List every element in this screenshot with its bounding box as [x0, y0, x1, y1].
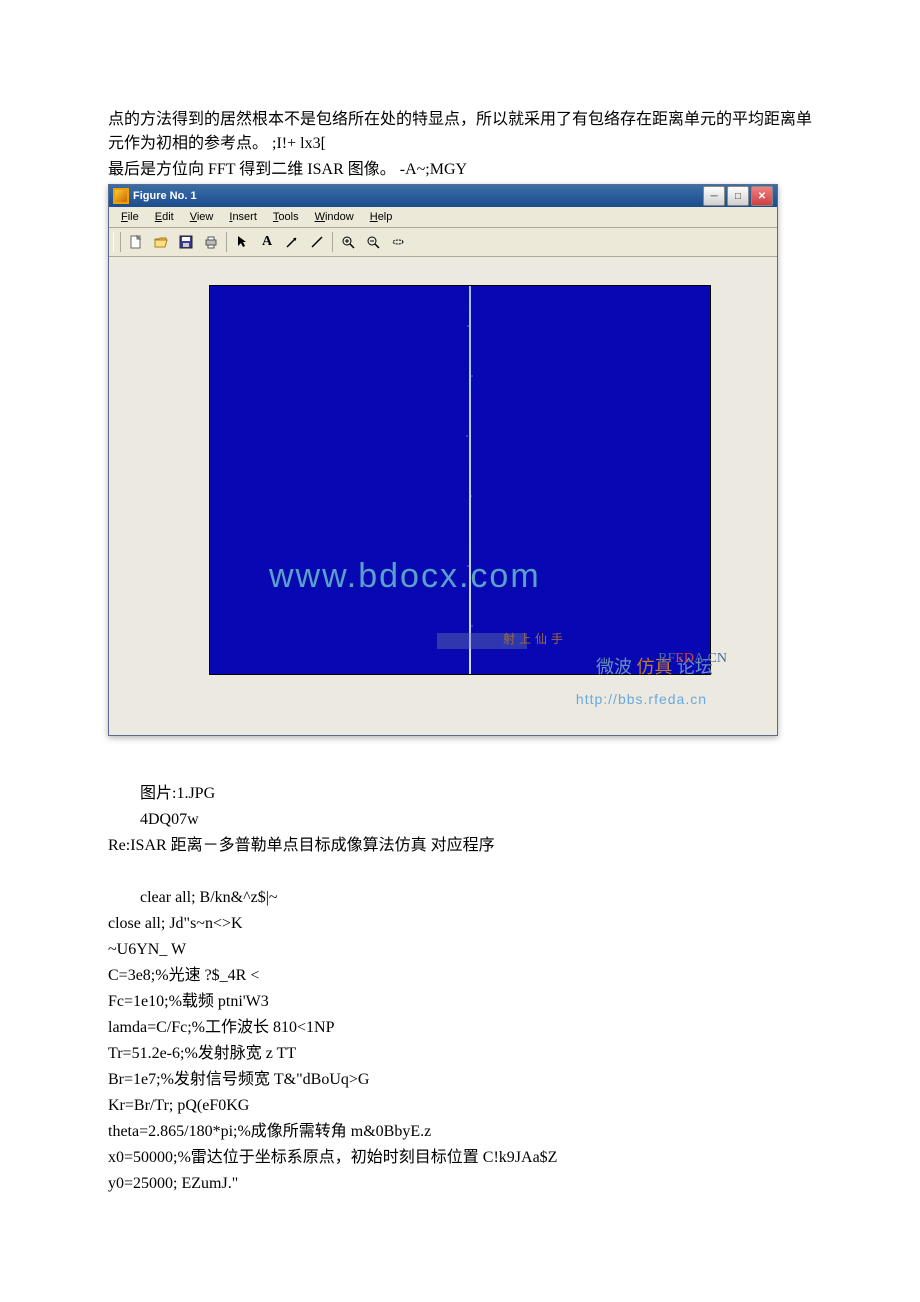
close-button[interactable]: ✕	[751, 186, 773, 206]
new-file-icon[interactable]	[124, 230, 148, 254]
code-line: y0=25000; EZumJ."	[108, 1172, 820, 1196]
xtick-label: 400	[506, 674, 529, 675]
toolbar-separator	[226, 232, 227, 252]
menubar: File Edit View Insert Tools Window Help	[109, 207, 777, 228]
rotate-3d-icon[interactable]	[386, 230, 410, 254]
menu-file[interactable]: File	[113, 211, 147, 223]
axes[interactable]: 20 40 60 80 100 120 100 200 300 400 500 …	[209, 285, 711, 675]
toolbar-separator	[332, 232, 333, 252]
ytick-label: 20	[209, 325, 210, 341]
menu-help[interactable]: Help	[362, 211, 401, 223]
minimize-button[interactable]: ─	[703, 186, 725, 206]
watermark-top: 射上仙手	[503, 630, 567, 647]
titlebar[interactable]: Figure No. 1 ─ □ ✕	[109, 185, 777, 207]
code-line: Br=1e7;%发射信号频宽 T&"dBoUq>G	[108, 1068, 820, 1092]
save-icon[interactable]	[174, 230, 198, 254]
ytick-label: 80	[209, 511, 210, 527]
menu-window[interactable]: Window	[307, 211, 362, 223]
menu-tools[interactable]: Tools	[265, 211, 307, 223]
paragraph: 最后是方位向 FFT 得到二维 ISAR 图像。 -A~;MGY	[108, 158, 820, 182]
code-line: C=3e8;%光速 ?$_4R <	[108, 964, 820, 988]
toolbar: A	[109, 228, 777, 257]
ytick-label: 120	[209, 285, 210, 294]
watermark-url: http://bbs.rfeda.cn	[576, 691, 707, 707]
xtick-label: 300	[429, 674, 452, 675]
code-line: close all; Jd"s~n<>K	[108, 912, 820, 936]
code-line: Kr=Br/Tr; pQ(eF0KG	[108, 1094, 820, 1118]
code-line: Tr=51.2e-6;%发射脉宽 z TT	[108, 1042, 820, 1066]
maximize-button[interactable]: □	[727, 186, 749, 206]
code-line: Fc=1e10;%载频 ptni'W3	[108, 990, 820, 1014]
window-title: Figure No. 1	[133, 190, 703, 202]
code-line: clear all; B/kn&^z$|~	[108, 886, 820, 910]
line-tool-icon[interactable]	[305, 230, 329, 254]
figure-window: Figure No. 1 ─ □ ✕ File Edit View Insert…	[108, 184, 778, 736]
code-line: theta=2.865/180*pi;%成像所需转角 m&0BbyE.z	[108, 1120, 820, 1144]
zoom-in-icon[interactable]	[336, 230, 360, 254]
open-file-icon[interactable]	[149, 230, 173, 254]
xtick-label: 100	[275, 674, 298, 675]
arrow-tool-icon[interactable]	[280, 230, 304, 254]
ytick-label: 40	[209, 387, 210, 403]
xtick-label: 200	[352, 674, 375, 675]
menu-insert[interactable]: Insert	[221, 211, 265, 223]
toolbar-grip	[113, 232, 121, 252]
menu-edit[interactable]: Edit	[147, 211, 182, 223]
code-line: lamda=C/Fc;%工作波长 810<1NP	[108, 1016, 820, 1040]
reply-title: Re:ISAR 距离－多普勒单点目标成像算法仿真 对应程序	[108, 834, 820, 858]
code-line: ~U6YN_ W	[108, 938, 820, 962]
watermark-text: www.bdocx.com	[269, 557, 541, 596]
menu-view[interactable]: View	[182, 211, 222, 223]
pointer-icon[interactable]	[230, 230, 254, 254]
paragraph: 点的方法得到的居然根本不是包络所在处的特显点，所以就采用了有包络存在距离单元的平…	[108, 108, 820, 156]
code-line: 4DQ07w	[108, 808, 820, 832]
text-tool-icon[interactable]: A	[255, 230, 279, 254]
matlab-figure-icon	[113, 188, 129, 204]
plot-area: 20 40 60 80 100 120 100 200 300 400 500 …	[109, 257, 777, 735]
image-label: 图片:1.JPG	[108, 782, 820, 806]
zoom-out-icon[interactable]	[361, 230, 385, 254]
ytick-label: 60	[209, 449, 210, 465]
print-icon[interactable]	[199, 230, 223, 254]
code-line: x0=50000;%雷达位于坐标系原点，初始时刻目标位置 C!k9JAa$Z	[108, 1146, 820, 1170]
